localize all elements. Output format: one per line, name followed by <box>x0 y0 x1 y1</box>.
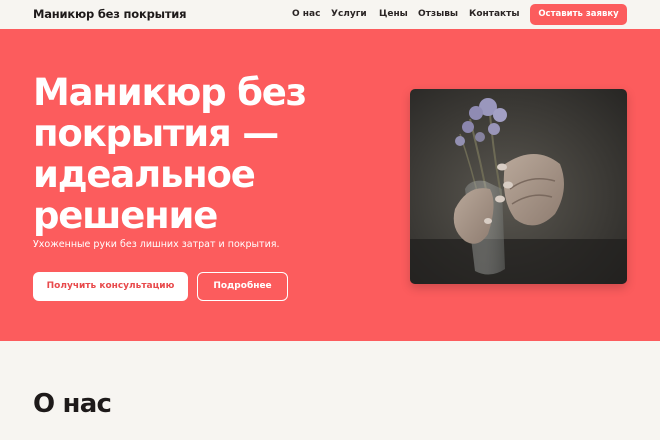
hero-subtitle: Ухоженные руки без лишних затрат и покры… <box>33 239 280 250</box>
site-header: Маникюр без покрытия О нас Услуги Цены О… <box>0 0 660 29</box>
nav-link-about[interactable]: О нас <box>292 9 320 19</box>
nav-link-services[interactable]: Услуги <box>331 9 367 19</box>
hero-image <box>410 89 627 284</box>
hero-title: Маникюр без покрытия — идеальное решение <box>33 71 307 237</box>
more-info-button[interactable]: Подробнее <box>197 272 288 301</box>
leave-request-button[interactable]: Оставить заявку <box>530 4 627 25</box>
get-consultation-button[interactable]: Получить консультацию <box>33 272 188 301</box>
nav-link-prices[interactable]: Цены <box>379 9 408 19</box>
hero-section: Маникюр без покрытия — идеальное решение… <box>0 29 660 341</box>
nav-link-reviews[interactable]: Отзывы <box>418 9 458 19</box>
hands-with-flowers-image <box>410 89 627 284</box>
brand-logo[interactable]: Маникюр без покрытия <box>33 7 187 21</box>
nav-link-contacts[interactable]: Контакты <box>469 9 520 19</box>
about-section-title: О нас <box>33 389 112 419</box>
